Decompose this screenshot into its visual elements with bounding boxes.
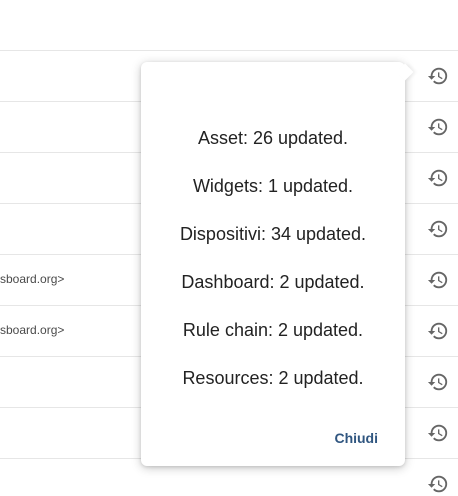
close-button[interactable]: Chiudi	[334, 430, 378, 446]
history-icon	[427, 322, 448, 340]
summary-dispositivi: Dispositivi: 34 updated.	[179, 224, 367, 244]
row-text: sboard.org>	[0, 272, 65, 286]
summary-rule-chain: Rule chain: 2 updated.	[182, 320, 364, 340]
history-icon	[427, 475, 448, 493]
summary-list: Asset: 26 updated. Widgets: 1 updated. D…	[141, 124, 405, 412]
page: sboard.org> sboard.org> Asset: 26 update…	[0, 0, 458, 496]
row-text: sboard.org>	[0, 323, 65, 337]
history-icon	[427, 373, 448, 391]
summary-asset: Asset: 26 updated.	[197, 128, 349, 148]
history-button[interactable]	[426, 166, 450, 190]
history-icon	[427, 118, 448, 136]
history-icon	[427, 424, 448, 442]
history-icon	[427, 271, 448, 289]
summary-dashboard: Dashboard: 2 updated.	[181, 272, 365, 292]
history-button[interactable]	[426, 64, 450, 88]
summary-resources: Resources: 2 updated.	[182, 368, 364, 388]
update-summary-popover: Asset: 26 updated. Widgets: 1 updated. D…	[141, 62, 414, 466]
history-icon	[427, 67, 448, 85]
summary-widgets: Widgets: 1 updated.	[192, 176, 354, 196]
history-button[interactable]	[426, 421, 450, 445]
history-icon	[427, 169, 448, 187]
history-icon	[427, 220, 448, 238]
history-button[interactable]	[426, 268, 450, 292]
history-button[interactable]	[426, 319, 450, 343]
history-button[interactable]	[426, 472, 450, 496]
history-button[interactable]	[426, 370, 450, 394]
history-button[interactable]	[426, 217, 450, 241]
history-button[interactable]	[426, 115, 450, 139]
